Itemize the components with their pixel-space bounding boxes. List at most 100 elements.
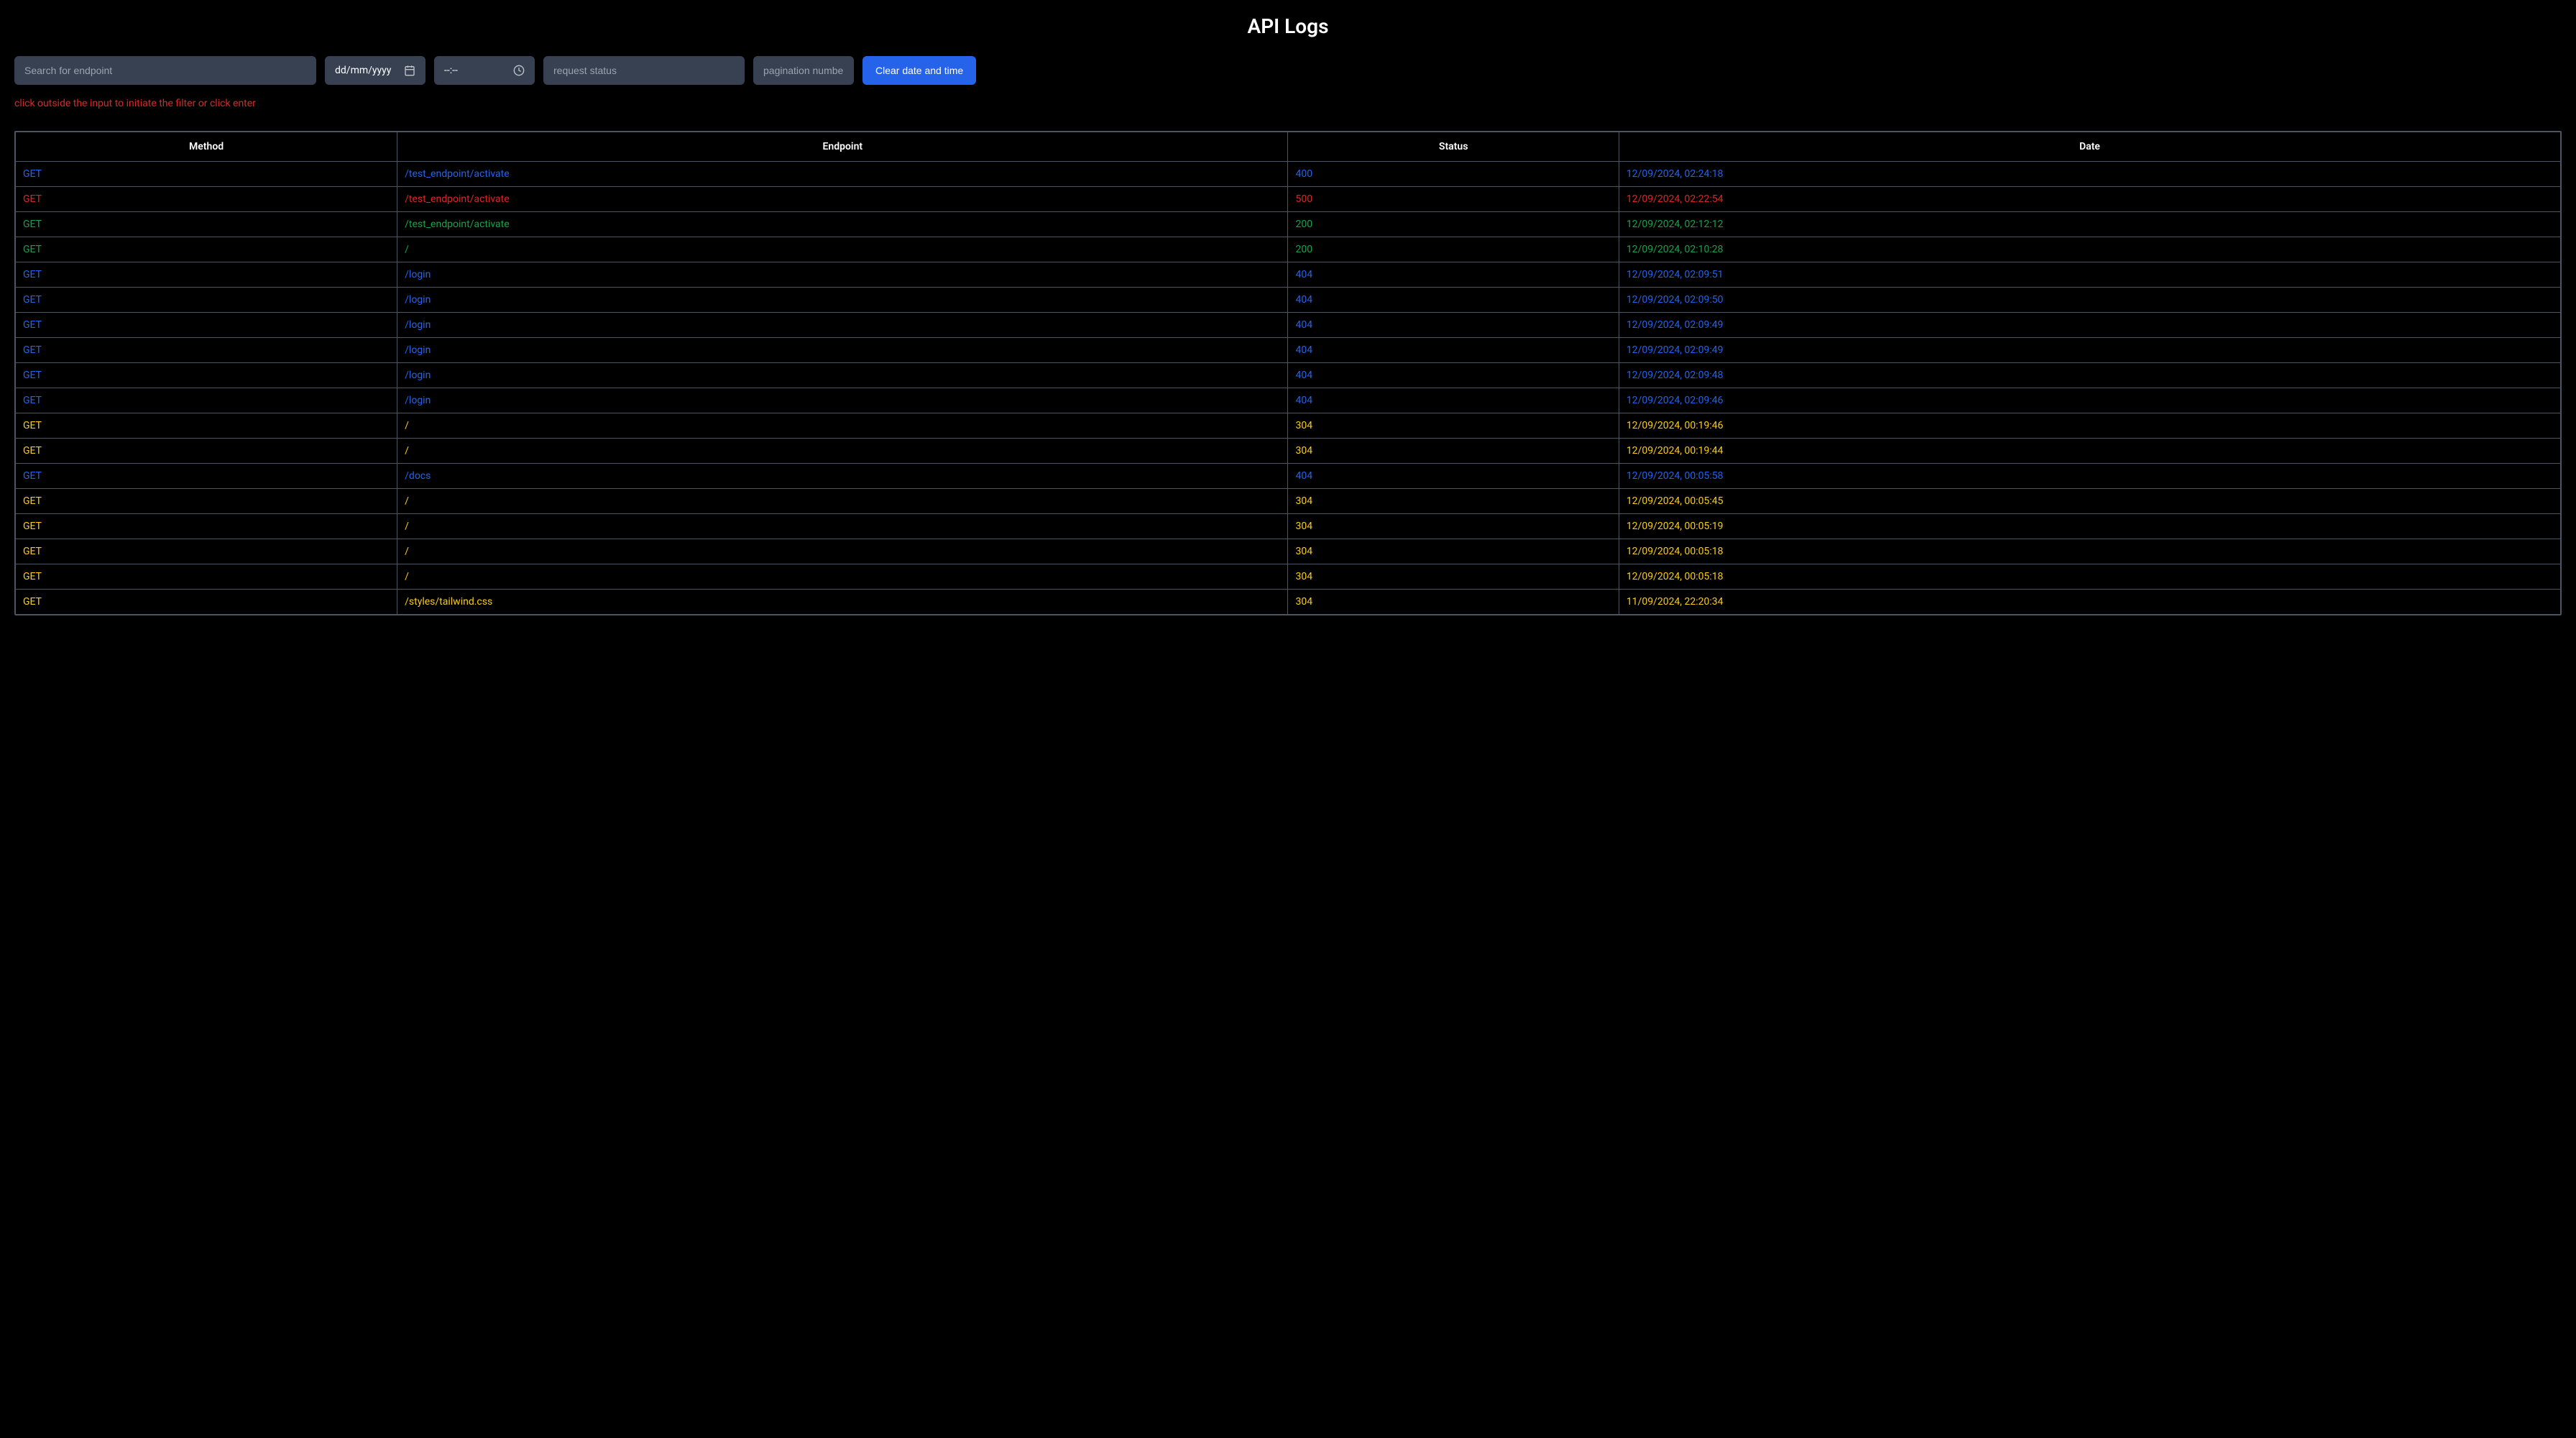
- table-row: GET/styles/tailwind.css30411/09/2024, 22…: [16, 590, 2561, 615]
- cell-status: 304: [1288, 413, 1619, 439]
- cell-status: 304: [1288, 590, 1619, 615]
- cell-endpoint: /: [397, 439, 1288, 464]
- table-row: GET/30412/09/2024, 00:19:44: [16, 439, 2561, 464]
- cell-date: 12/09/2024, 02:24:18: [1619, 162, 2560, 187]
- cell-endpoint: /test_endpoint/activate: [397, 162, 1288, 187]
- table-header-row: Method Endpoint Status Date: [16, 132, 2561, 162]
- cell-endpoint: /docs: [397, 464, 1288, 489]
- table-row: GET/test_endpoint/activate40012/09/2024,…: [16, 162, 2561, 187]
- time-placeholder-text: --:--: [444, 65, 458, 76]
- cell-date: 12/09/2024, 02:09:50: [1619, 288, 2560, 313]
- cell-endpoint: /login: [397, 262, 1288, 288]
- cell-date: 11/09/2024, 22:20:34: [1619, 590, 2560, 615]
- cell-endpoint: /: [397, 489, 1288, 514]
- date-input[interactable]: dd/mm/yyyy: [325, 56, 426, 85]
- cell-date: 12/09/2024, 00:05:45: [1619, 489, 2560, 514]
- table-row: GET/30412/09/2024, 00:05:45: [16, 489, 2561, 514]
- cell-method: GET: [16, 590, 397, 615]
- table-row: GET/30412/09/2024, 00:05:19: [16, 514, 2561, 539]
- header-method: Method: [16, 132, 397, 162]
- table-row: GET/login40412/09/2024, 02:09:51: [16, 262, 2561, 288]
- cell-method: GET: [16, 439, 397, 464]
- clock-icon: [513, 65, 525, 76]
- cell-date: 12/09/2024, 00:05:19: [1619, 514, 2560, 539]
- cell-endpoint: /login: [397, 313, 1288, 338]
- cell-endpoint: /login: [397, 288, 1288, 313]
- cell-method: GET: [16, 363, 397, 388]
- cell-status: 304: [1288, 514, 1619, 539]
- cell-status: 304: [1288, 539, 1619, 564]
- cell-date: 12/09/2024, 02:09:49: [1619, 338, 2560, 363]
- cell-date: 12/09/2024, 00:05:58: [1619, 464, 2560, 489]
- table-row: GET/30412/09/2024, 00:19:46: [16, 413, 2561, 439]
- logs-table: Method Endpoint Status Date GET/test_end…: [15, 132, 2561, 615]
- cell-status: 404: [1288, 464, 1619, 489]
- cell-endpoint: /: [397, 539, 1288, 564]
- cell-status: 304: [1288, 489, 1619, 514]
- calendar-icon: [404, 65, 415, 76]
- cell-status: 404: [1288, 388, 1619, 413]
- cell-date: 12/09/2024, 02:22:54: [1619, 187, 2560, 212]
- cell-date: 12/09/2024, 02:10:28: [1619, 237, 2560, 262]
- filter-hint-text: click outside the input to initiate the …: [14, 98, 2562, 109]
- table-row: GET/login40412/09/2024, 02:09:46: [16, 388, 2561, 413]
- cell-endpoint: /: [397, 413, 1288, 439]
- date-placeholder-text: dd/mm/yyyy: [335, 65, 391, 76]
- cell-method: GET: [16, 162, 397, 187]
- cell-endpoint: /test_endpoint/activate: [397, 187, 1288, 212]
- cell-method: GET: [16, 237, 397, 262]
- cell-status: 404: [1288, 288, 1619, 313]
- cell-method: GET: [16, 564, 397, 590]
- header-status: Status: [1288, 132, 1619, 162]
- cell-method: GET: [16, 262, 397, 288]
- cell-method: GET: [16, 413, 397, 439]
- cell-status: 404: [1288, 313, 1619, 338]
- table-row: GET/test_endpoint/activate20012/09/2024,…: [16, 212, 2561, 237]
- cell-date: 12/09/2024, 02:09:46: [1619, 388, 2560, 413]
- cell-date: 12/09/2024, 02:09:48: [1619, 363, 2560, 388]
- cell-method: GET: [16, 489, 397, 514]
- cell-status: 200: [1288, 212, 1619, 237]
- time-input[interactable]: --:--: [434, 56, 535, 85]
- cell-date: 12/09/2024, 02:09:49: [1619, 313, 2560, 338]
- cell-date: 12/09/2024, 00:05:18: [1619, 564, 2560, 590]
- cell-status: 304: [1288, 564, 1619, 590]
- cell-method: GET: [16, 187, 397, 212]
- cell-endpoint: /: [397, 514, 1288, 539]
- cell-method: GET: [16, 514, 397, 539]
- cell-status: 404: [1288, 338, 1619, 363]
- cell-method: GET: [16, 212, 397, 237]
- cell-endpoint: /: [397, 564, 1288, 590]
- table-row: GET/login40412/09/2024, 02:09:48: [16, 363, 2561, 388]
- table-row: GET/login40412/09/2024, 02:09:49: [16, 338, 2561, 363]
- page-title: API Logs: [14, 14, 2562, 38]
- status-input[interactable]: [543, 56, 745, 85]
- table-row: GET/login40412/09/2024, 02:09:49: [16, 313, 2561, 338]
- cell-date: 12/09/2024, 00:05:18: [1619, 539, 2560, 564]
- filter-bar: dd/mm/yyyy --:-- Clear date and time: [14, 56, 2562, 85]
- cell-endpoint: /: [397, 237, 1288, 262]
- cell-status: 304: [1288, 439, 1619, 464]
- cell-method: GET: [16, 464, 397, 489]
- header-endpoint: Endpoint: [397, 132, 1288, 162]
- cell-method: GET: [16, 539, 397, 564]
- cell-date: 12/09/2024, 00:19:44: [1619, 439, 2560, 464]
- pagination-input[interactable]: [753, 56, 854, 85]
- cell-endpoint: /login: [397, 388, 1288, 413]
- cell-date: 12/09/2024, 00:19:46: [1619, 413, 2560, 439]
- cell-endpoint: /login: [397, 338, 1288, 363]
- cell-method: GET: [16, 313, 397, 338]
- clear-date-time-button[interactable]: Clear date and time: [862, 56, 976, 85]
- cell-method: GET: [16, 338, 397, 363]
- cell-date: 12/09/2024, 02:12:12: [1619, 212, 2560, 237]
- table-row: GET/20012/09/2024, 02:10:28: [16, 237, 2561, 262]
- cell-status: 404: [1288, 262, 1619, 288]
- search-input[interactable]: [14, 56, 316, 85]
- table-row: GET/30412/09/2024, 00:05:18: [16, 564, 2561, 590]
- logs-table-container: Method Endpoint Status Date GET/test_end…: [14, 131, 2562, 615]
- cell-status: 400: [1288, 162, 1619, 187]
- cell-date: 12/09/2024, 02:09:51: [1619, 262, 2560, 288]
- cell-endpoint: /styles/tailwind.css: [397, 590, 1288, 615]
- table-row: GET/30412/09/2024, 00:05:18: [16, 539, 2561, 564]
- cell-endpoint: /test_endpoint/activate: [397, 212, 1288, 237]
